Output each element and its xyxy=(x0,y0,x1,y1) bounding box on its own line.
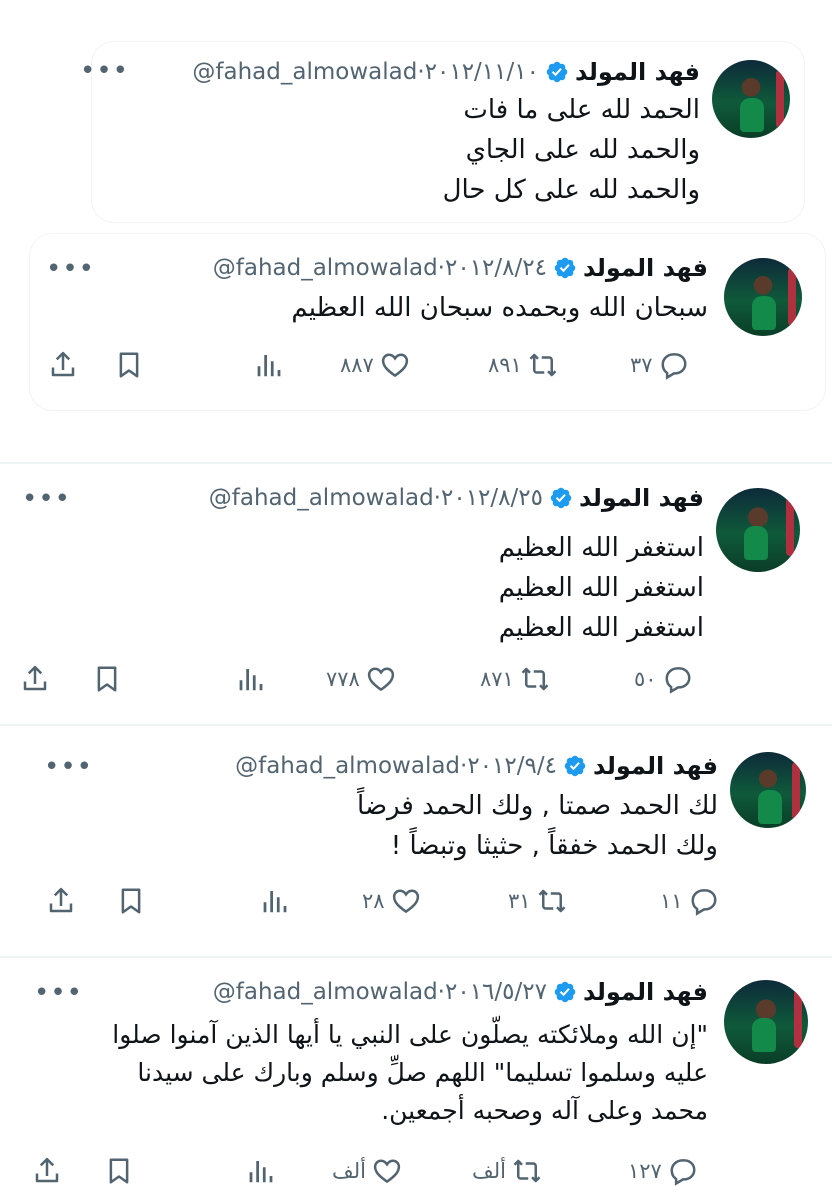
reply-icon xyxy=(659,350,689,380)
tweet-text: الحمد لله على ما فات والحمد لله على الجا… xyxy=(442,95,700,205)
tweet-text: استغفر الله العظيم استغفر الله العظيم اس… xyxy=(498,533,704,643)
views-icon xyxy=(236,664,266,694)
retweet-icon xyxy=(528,350,558,380)
tweet-text: "إن الله وملائكته يصلّون على النبي يا أي… xyxy=(112,1020,708,1125)
views-button[interactable] xyxy=(246,1156,276,1186)
display-name[interactable]: فهد المولد xyxy=(583,978,708,1006)
share-icon xyxy=(48,350,78,380)
handle-and-date[interactable]: @fahad_almowalad·٢٠١٢/٨/٢٥ xyxy=(209,485,543,511)
like-icon xyxy=(366,664,396,694)
verified-badge-icon xyxy=(553,980,577,1004)
display-name[interactable]: فهد المولد xyxy=(579,484,704,512)
tweet-header: فهد المولد @fahad_almowalad·٢٠١٢/٨/٢٥ xyxy=(209,484,704,512)
verified-badge-icon xyxy=(545,60,569,84)
reply-button[interactable]: ٣٧ xyxy=(630,350,689,380)
avatar[interactable] xyxy=(724,258,802,336)
reply-icon xyxy=(668,1156,698,1186)
share-button[interactable] xyxy=(48,350,78,380)
tweet-header: فهد المولد @fahad_almowalad·٢٠١٢/٩/٤ xyxy=(235,752,718,780)
reply-icon xyxy=(689,886,719,916)
reply-button[interactable]: ١١ xyxy=(660,886,719,916)
avatar[interactable] xyxy=(712,60,790,138)
bookmark-icon xyxy=(114,350,144,380)
more-icon[interactable]: ••• xyxy=(46,256,95,282)
more-icon[interactable]: ••• xyxy=(34,980,83,1006)
like-button[interactable]: ٨٨٧ xyxy=(340,350,410,380)
views-button[interactable] xyxy=(236,664,266,694)
avatar[interactable] xyxy=(724,980,808,1064)
tweet-text: سبحان الله وبحمده سبحان الله العظيم xyxy=(291,293,708,323)
verified-badge-icon xyxy=(549,486,573,510)
more-icon[interactable]: ••• xyxy=(80,58,129,84)
share-button[interactable] xyxy=(32,1156,62,1186)
bookmark-icon xyxy=(92,664,122,694)
divider xyxy=(0,724,832,726)
views-button[interactable] xyxy=(260,886,290,916)
retweet-icon xyxy=(512,1156,542,1186)
tweet-header: فهد المولد @fahad_almowalad·٢٠١٢/٨/٢٤ xyxy=(213,254,708,282)
share-icon xyxy=(20,664,50,694)
display-name[interactable]: فهد المولد xyxy=(583,254,708,282)
tweet-text: لك الحمد صمتا , ولك الحمد فرضاً ولك الحم… xyxy=(357,791,718,861)
tweet-header: فهد المولد @fahad_almowalad·٢٠١٦/٥/٢٧ xyxy=(213,978,708,1006)
verified-badge-icon xyxy=(553,256,577,280)
reply-button[interactable]: ١٢٧ xyxy=(628,1156,698,1186)
views-button[interactable] xyxy=(254,350,284,380)
retweet-button[interactable]: ٨٩١ xyxy=(488,350,558,380)
more-icon[interactable]: ••• xyxy=(44,754,93,780)
handle-and-date[interactable]: @fahad_almowalad·٢٠١٢/٨/٢٤ xyxy=(213,255,547,281)
views-icon xyxy=(260,886,290,916)
share-button[interactable] xyxy=(20,664,50,694)
retweet-button[interactable]: ٣١ xyxy=(508,886,567,916)
reply-icon xyxy=(663,664,693,694)
retweet-icon xyxy=(520,664,550,694)
avatar[interactable] xyxy=(716,488,800,572)
verified-badge-icon xyxy=(563,754,587,778)
share-button[interactable] xyxy=(46,886,76,916)
like-icon xyxy=(380,350,410,380)
views-icon xyxy=(254,350,284,380)
like-button[interactable]: ٧٧٨ xyxy=(326,664,396,694)
more-icon[interactable]: ••• xyxy=(22,486,71,512)
handle-and-date[interactable]: @fahad_almowalad·٢٠١٦/٥/٢٧ xyxy=(213,979,547,1005)
like-button[interactable]: ألف xyxy=(332,1156,402,1186)
like-button[interactable]: ٢٨ xyxy=(362,886,421,916)
like-icon xyxy=(391,886,421,916)
reply-button[interactable]: ٥٠ xyxy=(634,664,693,694)
views-icon xyxy=(246,1156,276,1186)
tweet-header: فهد المولد @fahad_almowalad·٢٠١٢/١١/١٠ xyxy=(192,58,700,86)
avatar[interactable] xyxy=(730,752,806,828)
display-name[interactable]: فهد المولد xyxy=(575,58,700,86)
like-icon xyxy=(372,1156,402,1186)
retweet-button[interactable]: ألف xyxy=(472,1156,542,1186)
bookmark-icon xyxy=(104,1156,134,1186)
handle-and-date[interactable]: @fahad_almowalad·٢٠١٢/١١/١٠ xyxy=(192,59,539,85)
bookmark-button[interactable] xyxy=(114,350,144,380)
retweet-button[interactable]: ٨٧١ xyxy=(480,664,550,694)
share-icon xyxy=(46,886,76,916)
share-icon xyxy=(32,1156,62,1186)
retweet-icon xyxy=(537,886,567,916)
bookmark-button[interactable] xyxy=(104,1156,134,1186)
display-name[interactable]: فهد المولد xyxy=(593,752,718,780)
handle-and-date[interactable]: @fahad_almowalad·٢٠١٢/٩/٤ xyxy=(235,753,557,779)
bookmark-icon xyxy=(116,886,146,916)
bookmark-button[interactable] xyxy=(92,664,122,694)
bookmark-button[interactable] xyxy=(116,886,146,916)
